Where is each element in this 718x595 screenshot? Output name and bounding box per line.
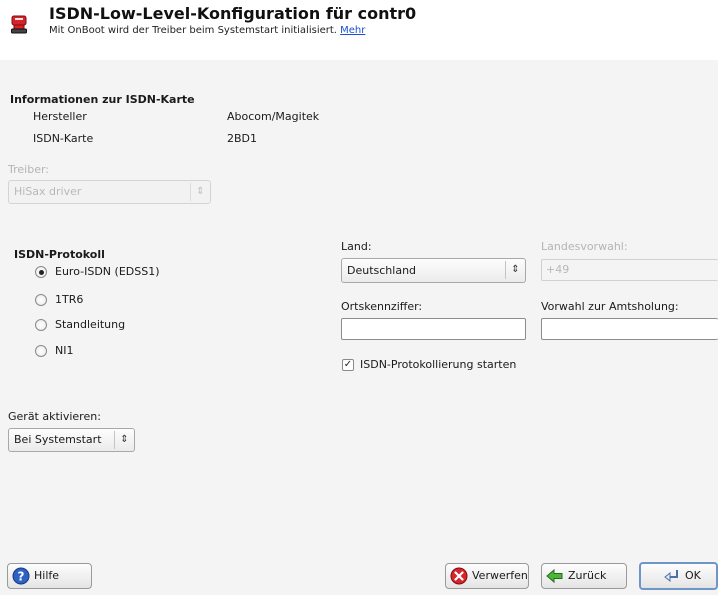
discard-button[interactable]: Verwerfen [445,563,529,589]
help-icon: ? [12,567,30,585]
svg-text:?: ? [18,570,25,584]
back-label: Zurück [568,569,607,582]
more-link[interactable]: Mehr [340,25,365,36]
ok-label: OK [685,569,701,582]
logging-checkbox[interactable]: ✓ [342,359,354,371]
updown-arrow-icon: ⇕ [505,261,525,279]
card-info-heading: Informationen zur ISDN-Karte [10,93,195,106]
area-code-field[interactable]: +49 [541,259,718,281]
local-prefix-label: Ortskennziffer: [341,300,423,313]
back-button[interactable]: Zurück [541,563,627,589]
radio-standleitung[interactable] [35,319,47,331]
dial-prefix-label: Vorwahl zur Amtsholung: [541,300,679,313]
button-bar: ? Hilfe Verwerfen Zurück OK [0,555,718,595]
logging-label: ISDN-Protokollierung starten [360,358,517,371]
country-selected: Deutschland [347,264,417,277]
page-title: ISDN-Low-Level-Konfiguration für contr0 [49,4,417,23]
driver-label: Treiber: [8,163,49,176]
manufacturer-value: Abocom/Magitek [227,110,320,123]
subtitle-text: Mit OnBoot wird der Treiber beim Systems… [49,25,337,36]
dialog-header: ISDN-Low-Level-Konfiguration für contr0 … [0,0,718,60]
card-label: ISDN-Karte [33,132,94,145]
cancel-icon [450,567,468,585]
protocol-heading: ISDN-Protokoll [14,248,105,261]
arrow-left-icon [546,568,563,584]
dialog-content: Informationen zur ISDN-Karte Hersteller … [0,60,718,555]
activation-label: Gerät aktivieren: [8,410,101,423]
help-label: Hilfe [34,569,60,582]
radio-euro-isdn[interactable] [35,266,47,278]
dial-prefix-field[interactable] [541,318,718,340]
radio-euro-isdn-label: Euro-ISDN (EDSS1) [55,265,160,278]
radio-ni1-label: NI1 [55,344,74,357]
card-value: 2BD1 [227,132,258,145]
country-label: Land: [341,240,372,253]
activation-combobox[interactable]: Bei Systemstart ⇕ [8,428,135,452]
area-code-label: Landesvorwahl: [541,240,628,253]
radio-1tr6-label: 1TR6 [55,293,84,306]
radio-ni1[interactable] [35,345,47,357]
help-button[interactable]: ? Hilfe [7,563,92,589]
driver-selected: HiSax driver [14,185,82,198]
updown-arrow-icon: ⇕ [190,183,210,201]
isdn-card-icon [11,15,27,34]
country-combobox[interactable]: Deutschland ⇕ [341,258,526,283]
radio-1tr6[interactable] [35,294,47,306]
return-arrow-icon [664,570,678,583]
manufacturer-label: Hersteller [33,110,87,123]
updown-arrow-icon: ⇕ [114,431,134,449]
local-prefix-field[interactable] [341,318,526,340]
activation-selected: Bei Systemstart [14,433,102,446]
page-subtitle: Mit OnBoot wird der Treiber beim Systems… [49,25,365,36]
discard-label: Verwerfen [472,569,528,582]
driver-combobox[interactable]: HiSax driver ⇕ [8,180,211,204]
ok-button[interactable]: OK [639,562,718,590]
radio-standleitung-label: Standleitung [55,318,126,331]
